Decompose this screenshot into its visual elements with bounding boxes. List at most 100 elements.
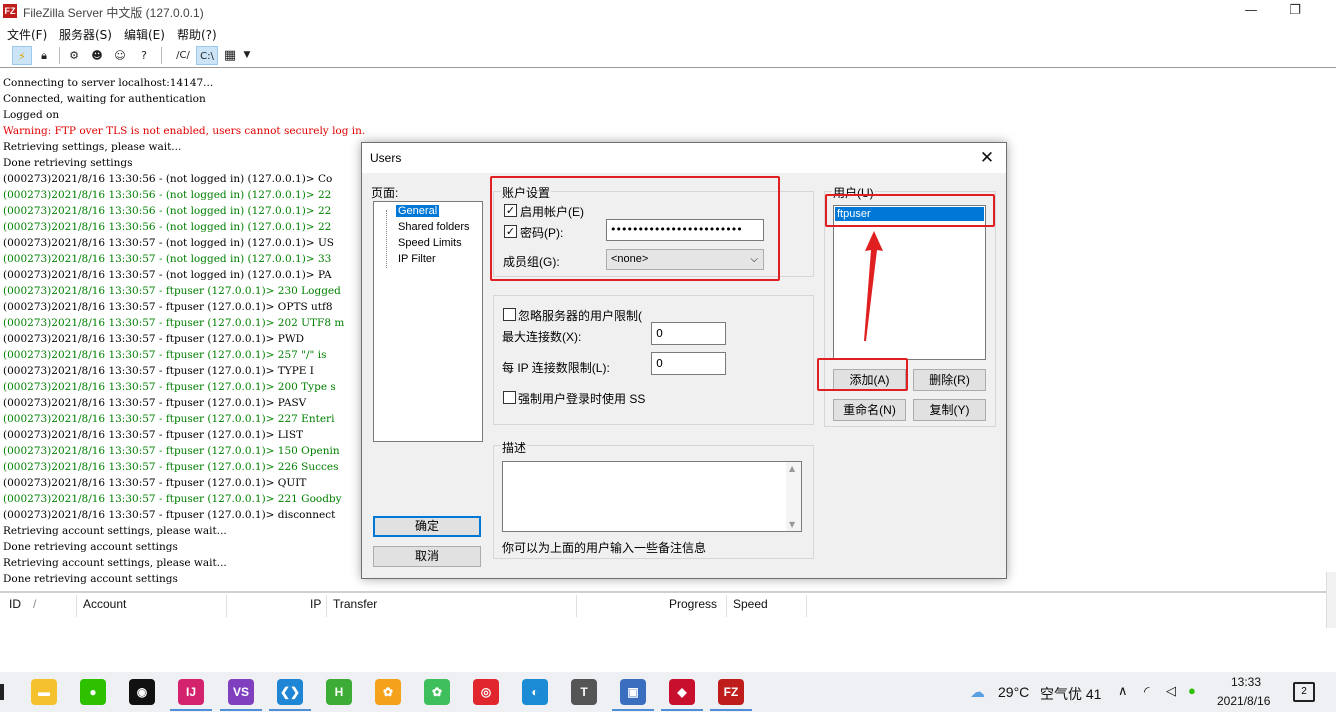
log-line: (000273)2021/8/16 13:30:57 - ftpuser (12…	[3, 397, 307, 409]
weather-temp[interactable]: 29°C	[998, 684, 1029, 700]
taskbar-app-edge-icon[interactable]: ◐	[522, 679, 548, 705]
lock-icon[interactable]: 🔒︎	[34, 46, 54, 65]
page-label: 页面:	[371, 186, 399, 200]
log-line: Done retrieving account settings	[3, 541, 178, 553]
col-transfer[interactable]: Transfer	[333, 597, 377, 611]
annotation-arrow	[864, 231, 883, 341]
bypass-limits-checkbox[interactable]	[503, 308, 516, 321]
log-line: (000273)2021/8/16 13:30:56 - (not logged…	[3, 173, 333, 185]
running-app-indicator	[612, 709, 654, 711]
ok-button[interactable]: 确定	[373, 516, 481, 537]
wifi-icon[interactable]: ◜	[1144, 683, 1149, 700]
notification-center-icon[interactable]: 2	[1293, 682, 1315, 702]
max-connections-input[interactable]: 0	[651, 322, 726, 345]
groups-icon[interactable]: ☺	[110, 46, 130, 65]
log-line: Connecting to server localhost:14147...	[3, 77, 214, 89]
user-list-item-ftpuser[interactable]: ftpuser	[835, 207, 984, 221]
col-speed[interactable]: Speed	[733, 597, 768, 611]
col-ip[interactable]: IP	[310, 597, 321, 611]
users-icon[interactable]: ☻	[87, 46, 107, 65]
taskbar-app-hbuilder-icon[interactable]: H	[326, 679, 352, 705]
dialog-close-icon[interactable]: ✕	[976, 147, 998, 169]
column-divider[interactable]	[806, 595, 807, 617]
menu-help[interactable]: 帮助(?)	[177, 26, 217, 43]
log-line: Done retrieving settings	[3, 157, 133, 169]
taskbar-app-typora-icon[interactable]: T	[571, 679, 597, 705]
settings-icon[interactable]: ⚙	[64, 46, 84, 65]
taskbar-app-paw-green-icon[interactable]: ✿	[424, 679, 450, 705]
start-edge-marker[interactable]	[0, 684, 4, 700]
clock-time[interactable]: 13:33	[1231, 675, 1261, 689]
taskbar-app-netease-music-icon[interactable]: ◎	[473, 679, 499, 705]
running-app-indicator	[269, 709, 311, 711]
wechat-tray-icon[interactable]: ●	[1188, 683, 1196, 698]
path-c-windows-button[interactable]: C:\	[196, 46, 218, 65]
dropdown-arrow-icon[interactable]: ▼	[240, 46, 254, 65]
password-checkbox[interactable]: ✓	[504, 225, 517, 238]
description-textarea[interactable]: ▲ ▼	[502, 461, 802, 532]
column-divider[interactable]	[576, 595, 577, 617]
users-label: 用户(U)	[832, 184, 875, 201]
weather-cloud-icon[interactable]: ☁	[970, 683, 985, 701]
taskbar-app-red-book-icon[interactable]: ◆	[669, 679, 695, 705]
help-icon[interactable]: ?	[134, 46, 154, 65]
volume-icon[interactable]: ◁	[1166, 683, 1176, 699]
connect-lightning-icon[interactable]: ⚡	[12, 46, 32, 65]
column-divider[interactable]	[726, 595, 727, 617]
menu-edit[interactable]: 编辑(E)	[124, 26, 165, 43]
log-line: (000273)2021/8/16 13:30:57 - ftpuser (12…	[3, 317, 345, 329]
tree-connector	[386, 210, 387, 268]
log-line: Logged on	[3, 109, 60, 121]
taskbar-app-visual-studio-icon[interactable]: VS	[228, 679, 254, 705]
users-dialog: Users ✕ 页面: General Shared folders Speed…	[361, 142, 1007, 579]
copy-user-button[interactable]: 复制(Y)	[913, 399, 986, 421]
log-line: (000273)2021/8/16 13:30:57 - ftpuser (12…	[3, 285, 341, 297]
col-id[interactable]: ID	[9, 597, 21, 611]
log-line: (000273)2021/8/16 13:30:56 - (not logged…	[3, 221, 332, 233]
clock-date[interactable]: 2021/8/16	[1217, 694, 1270, 708]
tree-item-general[interactable]: General	[396, 205, 440, 217]
scroll-up-icon[interactable]: ▲	[789, 464, 795, 473]
col-progress[interactable]: Progress	[669, 597, 717, 611]
column-divider[interactable]	[226, 595, 227, 617]
taskbar-app-file-explorer-icon[interactable]: ▬	[31, 679, 57, 705]
right-scrollbar[interactable]	[1326, 572, 1336, 628]
toolbar: ⚡ 🔒︎ ⚙ ☻ ☺ ? /C/ C:\ ▦ ▼	[0, 43, 1336, 68]
taskbar-app-wechat-icon[interactable]: ●	[80, 679, 106, 705]
view-grid-icon[interactable]: ▦	[220, 46, 240, 65]
taskbar-app-qq-icon[interactable]: ◉	[129, 679, 155, 705]
tray-overflow-chevron-icon[interactable]: ∧	[1118, 683, 1128, 699]
password-field[interactable]: ••••••••••••••••••••••••	[606, 219, 764, 241]
remove-user-button[interactable]: 删除(R)	[913, 369, 986, 391]
taskbar-app-remote-desktop-icon[interactable]: ▣	[620, 679, 646, 705]
enable-account-label: 启用帐户(E)	[520, 205, 584, 219]
force-ssl-checkbox[interactable]	[503, 391, 516, 404]
per-ip-limit-input[interactable]: 0	[651, 352, 726, 375]
description-scrollbar[interactable]: ▲ ▼	[786, 462, 801, 531]
scroll-down-icon[interactable]: ▼	[789, 520, 795, 529]
menu-file[interactable]: 文件(F)	[7, 26, 47, 43]
path-c-unix-button[interactable]: /C/	[172, 46, 194, 65]
group-select[interactable]: <none> ⌵	[606, 249, 764, 270]
max-connections-label: 最大连接数(X):	[502, 330, 582, 344]
tree-item-ip-filter[interactable]: IP Filter	[398, 253, 436, 265]
air-quality[interactable]: 空气优 41	[1040, 684, 1101, 704]
taskbar-app-paw-icon[interactable]: ✿	[375, 679, 401, 705]
add-user-button[interactable]: 添加(A)	[833, 369, 906, 391]
minimize-button[interactable]: —	[1236, 2, 1266, 20]
tree-item-speed-limits[interactable]: Speed Limits	[398, 237, 462, 249]
column-divider[interactable]	[76, 595, 77, 617]
tree-item-shared-folders[interactable]: Shared folders	[398, 221, 470, 233]
taskbar-app-filezilla-icon[interactable]: FZ	[718, 679, 744, 705]
taskbar-app-vscode-icon[interactable]: ❮❯	[277, 679, 303, 705]
enable-account-checkbox[interactable]: ✓	[504, 204, 517, 217]
col-account[interactable]: Account	[83, 597, 126, 611]
taskbar-app-jetbrains-icon[interactable]: IJ	[178, 679, 204, 705]
column-divider[interactable]	[326, 595, 327, 617]
restore-button[interactable]: ❐	[1280, 2, 1310, 20]
cancel-button[interactable]: 取消	[373, 546, 481, 567]
running-app-indicator	[661, 709, 703, 711]
menu-server[interactable]: 服务器(S)	[59, 26, 112, 43]
rename-user-button[interactable]: 重命名(N)	[833, 399, 906, 421]
transfer-table: ID / Account IP Transfer Progress Speed	[0, 591, 1336, 672]
